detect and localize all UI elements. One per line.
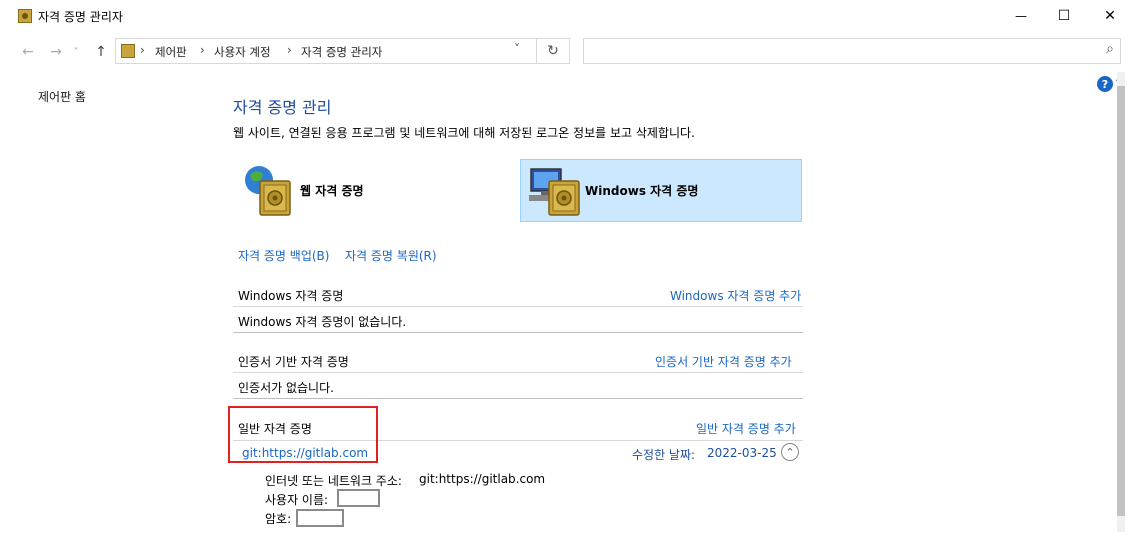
address-label: 인터넷 또는 네트워크 주소:: [265, 474, 402, 488]
back-arrow-icon: ←: [22, 44, 34, 60]
certificate-credentials-title: 인증서 기반 자격 증명: [238, 355, 349, 369]
address-value: git:https://gitlab.com: [419, 472, 546, 486]
refresh-button[interactable]: ↻: [537, 38, 570, 64]
tile-windows-label: Windows 자격 증명: [585, 184, 699, 198]
up-button[interactable]: ↑: [91, 42, 111, 62]
forward-button[interactable]: →: [46, 42, 66, 62]
add-generic-credential-link[interactable]: 일반 자격 증명 추가: [696, 420, 796, 437]
password-label: 암호:: [265, 512, 292, 526]
page-title: 자격 증명 관리: [233, 98, 332, 117]
tile-web-label: 웹 자격 증명: [300, 184, 364, 198]
sidebar-control-panel-home[interactable]: 제어판 홈: [38, 88, 86, 105]
divider: [233, 306, 803, 307]
password-redacted-box: [296, 509, 344, 527]
refresh-icon: ↻: [547, 43, 559, 59]
certificate-credentials-empty: 인증서가 없습니다.: [238, 381, 334, 395]
collapse-button[interactable]: ⌃: [781, 443, 799, 461]
scrollbar-thumb[interactable]: [1117, 86, 1125, 516]
search-icon: ⌕: [1106, 41, 1114, 57]
back-button[interactable]: ←: [18, 42, 38, 62]
page-description: 웹 사이트, 연결된 응용 프로그램 및 네트워크에 대해 저장된 로그온 정보…: [233, 126, 695, 140]
search-input[interactable]: ⌕: [583, 38, 1121, 64]
close-button[interactable]: ✕: [1087, 0, 1133, 32]
divider: [233, 372, 803, 373]
chevron-up-icon: ⌃: [785, 445, 795, 459]
restore-credentials-link[interactable]: 자격 증명 복원(R): [345, 247, 437, 264]
breadcrumb-user-accounts[interactable]: 사용자 계정: [214, 44, 271, 60]
windows-credentials-title: Windows 자격 증명: [238, 289, 344, 303]
address-dropdown-icon[interactable]: ˅: [514, 42, 520, 56]
username-label: 사용자 이름:: [265, 493, 329, 507]
close-icon: ✕: [1104, 8, 1116, 24]
help-icon[interactable]: ?: [1097, 76, 1113, 92]
minimize-icon: —: [1015, 9, 1027, 23]
minimize-button[interactable]: —: [998, 0, 1044, 32]
recent-locations-button[interactable]: ˅: [70, 42, 82, 62]
title-bar: 자격 증명 관리자 — ☐ ✕: [0, 0, 1136, 32]
add-certificate-credential-link[interactable]: 인증서 기반 자격 증명 추가: [655, 353, 792, 370]
backup-credentials-link[interactable]: 자격 증명 백업(B): [238, 247, 329, 264]
highlight-box: [228, 406, 378, 463]
monitor-vault-icon: [529, 167, 580, 216]
globe-vault-icon: [245, 165, 291, 216]
breadcrumb-credential-manager[interactable]: 자격 증명 관리자: [301, 44, 382, 60]
forward-arrow-icon: →: [50, 44, 62, 60]
breadcrumb-separator: ›: [140, 43, 145, 57]
credential-manager-icon: [18, 9, 32, 23]
control-panel-icon: [121, 44, 135, 58]
up-arrow-icon: ↑: [95, 44, 107, 60]
tile-web-credentials[interactable]: 웹 자격 증명: [238, 159, 498, 222]
windows-credentials-empty: Windows 자격 증명이 없습니다.: [238, 315, 407, 329]
modified-date-value: 2022-03-25: [707, 446, 777, 460]
modified-date-label: 수정한 날짜:: [632, 448, 696, 462]
tile-windows-credentials[interactable]: Windows 자격 증명: [520, 159, 802, 222]
address-bar[interactable]: › 제어판 › 사용자 계정 › 자격 증명 관리자 ˅: [115, 38, 537, 64]
chevron-down-icon: ˅: [73, 46, 79, 58]
maximize-icon: ☐: [1057, 8, 1071, 24]
breadcrumb-separator: ›: [287, 43, 292, 57]
maximize-button[interactable]: ☐: [1041, 0, 1087, 32]
breadcrumb-separator: ›: [200, 43, 205, 57]
breadcrumb-control-panel[interactable]: 제어판: [155, 44, 187, 60]
window-title: 자격 증명 관리자: [38, 10, 123, 24]
add-windows-credential-link[interactable]: Windows 자격 증명 추가: [670, 287, 801, 304]
scrollbar[interactable]: [1117, 72, 1125, 532]
divider: [233, 332, 803, 333]
username-redacted-box: [337, 489, 380, 507]
divider: [233, 398, 803, 399]
